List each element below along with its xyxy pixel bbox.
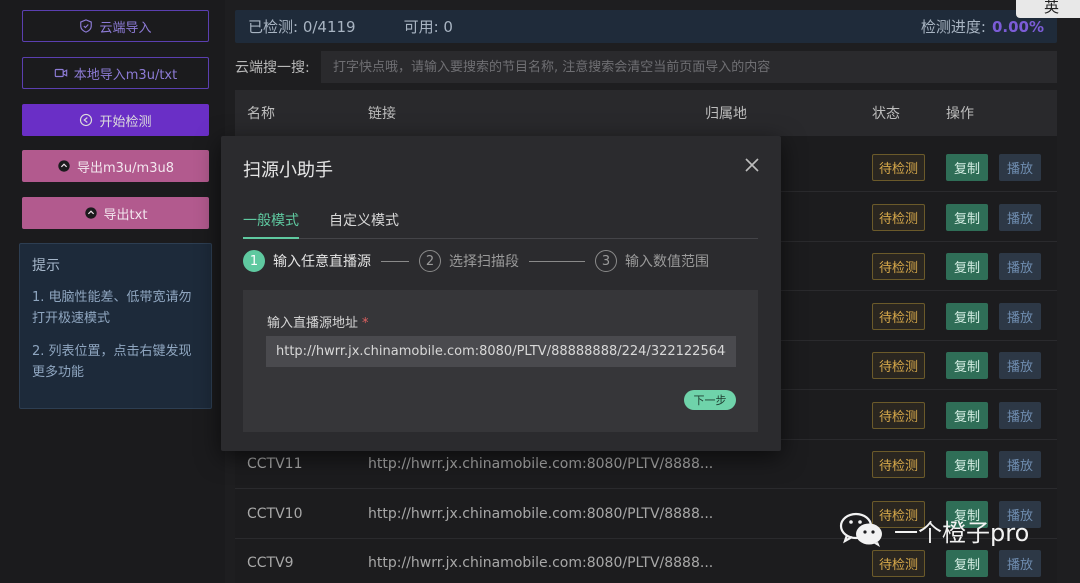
start-check-button[interactable]: 开始检测: [22, 104, 209, 136]
mode-tabs: 一般模式 自定义模式: [243, 210, 758, 239]
export-m3u-button[interactable]: 导出m3u/m3u8: [22, 150, 209, 182]
source-input-panel: 输入直播源地址* 下一步: [243, 290, 758, 432]
step-connector: [529, 260, 585, 262]
steps-indicator: 1 输入任意直播源 2 选择扫描段 3 输入数值范围: [243, 249, 709, 273]
step-number: 1: [243, 250, 265, 272]
status-badge: 待检测: [872, 549, 926, 577]
play-button[interactable]: 播放: [999, 302, 1042, 330]
live-source-url-input[interactable]: [266, 336, 736, 367]
header-area: 归属地: [705, 106, 747, 122]
tab-normal-mode[interactable]: 一般模式: [243, 210, 299, 239]
tips-panel: 提示 1. 电脑性能差、低带宽请勿打开极速模式 2. 列表位置，点击右键发现更多…: [19, 243, 212, 409]
checked-count: 已检测: 0/4119: [248, 18, 356, 36]
watermark: 一个橙子pro: [838, 510, 1029, 550]
local-import-label: 本地导入m3u/txt: [73, 67, 178, 83]
row-link: http://hwrr.jx.chinamobile.com:8080/PLTV…: [368, 456, 714, 472]
header-name: 名称: [247, 106, 275, 122]
export-txt-label: 导出txt: [103, 207, 148, 223]
local-import-button[interactable]: 本地导入m3u/txt: [22, 57, 209, 89]
copy-button[interactable]: 复制: [946, 450, 989, 478]
play-button[interactable]: 播放: [999, 450, 1042, 478]
play-button[interactable]: 播放: [999, 153, 1042, 181]
row-name: CCTV9: [247, 555, 294, 571]
available-count: 可用: 0: [403, 18, 453, 36]
field-label: 输入直播源地址 *: [267, 312, 369, 331]
row-link: http://hwrr.jx.chinamobile.com:8080/PLTV…: [368, 555, 714, 571]
row-name: CCTV10: [247, 506, 303, 522]
shield-icon: [80, 19, 93, 33]
status-badge: 待检测: [872, 252, 926, 280]
field-label-text: 输入直播源地址: [267, 316, 359, 331]
copy-button[interactable]: 复制: [946, 302, 989, 330]
dialog-title: 扫源小助手: [243, 160, 333, 181]
close-icon[interactable]: [745, 158, 759, 172]
export-icon: [58, 160, 70, 172]
header-ops: 操作: [946, 106, 974, 122]
progress-value: 0.00%: [991, 17, 1044, 36]
tip-item: 2. 列表位置，点击右键发现更多功能: [32, 344, 192, 380]
play-button[interactable]: 播放: [999, 203, 1042, 231]
play-button[interactable]: 播放: [999, 252, 1042, 280]
video-icon: [54, 68, 68, 78]
copy-button[interactable]: 复制: [946, 401, 989, 429]
export-txt-button[interactable]: 导出txt: [22, 197, 209, 229]
ime-label: 英: [1044, 0, 1060, 16]
step-label: 输入任意直播源: [273, 254, 371, 270]
cloud-search-row: 云端搜一搜:: [235, 51, 1057, 83]
status-badge: 待检测: [872, 450, 926, 478]
copy-button[interactable]: 复制: [946, 203, 989, 231]
step-number: 3: [595, 250, 617, 272]
step-label: 输入数值范围: [625, 254, 709, 270]
status-badge: 待检测: [872, 302, 926, 330]
tip-item: 1. 电脑性能差、低带宽请勿打开极速模式: [32, 290, 192, 326]
required-mark: *: [362, 316, 369, 331]
cloud-search-input[interactable]: [321, 51, 1057, 83]
export-icon: [84, 207, 97, 219]
cloud-import-button[interactable]: 云端导入: [22, 10, 209, 42]
header-link: 链接: [368, 106, 396, 122]
tips-title: 提示: [32, 258, 60, 274]
next-step-button[interactable]: 下一步: [684, 390, 736, 410]
play-circle-icon: [80, 113, 93, 127]
status-badge: 待检测: [872, 401, 926, 429]
play-button[interactable]: 播放: [999, 549, 1042, 577]
play-button[interactable]: 播放: [999, 401, 1042, 429]
copy-button[interactable]: 复制: [946, 351, 989, 379]
scan-helper-dialog: 扫源小助手 一般模式 自定义模式 1 输入任意直播源 2 选择扫描段 3 输入数…: [221, 136, 781, 451]
stats-bar: 已检测: 0/4119 可用: 0 检测进度: 0.00%: [235, 10, 1057, 43]
step-number: 2: [419, 250, 441, 272]
status-badge: 待检测: [872, 203, 926, 231]
export-m3u-label: 导出m3u/m3u8: [77, 160, 174, 176]
progress-label: 检测进度:: [920, 18, 986, 36]
copy-button[interactable]: 复制: [946, 252, 989, 280]
step-connector: [381, 260, 409, 262]
cloud-import-label: 云端导入: [99, 20, 152, 36]
wechat-icon: [839, 512, 882, 547]
cloud-search-label: 云端搜一搜:: [235, 60, 310, 76]
copy-button[interactable]: 复制: [946, 549, 989, 577]
copy-button[interactable]: 复制: [946, 153, 989, 181]
start-check-label: 开始检测: [99, 114, 152, 130]
watermark-text: 一个橙子pro: [894, 518, 1030, 547]
status-badge: 待检测: [872, 153, 926, 181]
sidebar: 云端导入 本地导入m3u/txt 开始检测 导出m3u/m3u8 导出txt 提…: [0, 0, 225, 583]
tab-custom-mode[interactable]: 自定义模式: [329, 210, 399, 239]
status-badge: 待检测: [872, 351, 926, 379]
play-button[interactable]: 播放: [999, 351, 1042, 379]
row-name: CCTV11: [247, 456, 303, 472]
table-header: 名称 链接 归属地 状态 操作: [235, 90, 1057, 136]
step-label: 选择扫描段: [449, 254, 519, 270]
ime-indicator[interactable]: 英: [1016, 0, 1080, 18]
header-state: 状态: [872, 106, 900, 122]
row-link: http://hwrr.jx.chinamobile.com:8080/PLTV…: [368, 506, 714, 522]
